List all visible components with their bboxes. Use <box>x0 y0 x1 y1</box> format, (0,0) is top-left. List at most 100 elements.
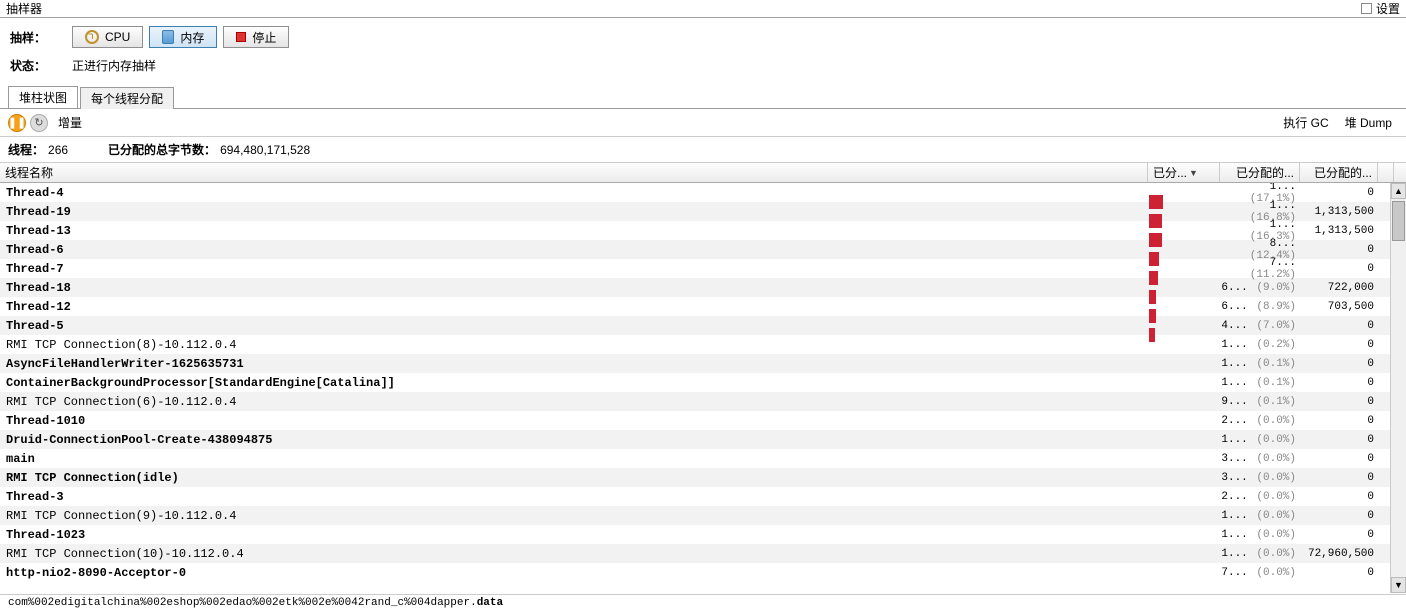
table-row[interactable]: Thread-68... (12.4%)0 <box>0 240 1406 259</box>
cell-thread-name: Thread-13 <box>0 224 1148 238</box>
settings-checkbox[interactable] <box>1361 3 1372 14</box>
cpu-button[interactable]: CPU <box>72 26 143 48</box>
alloc-bar <box>1149 309 1156 323</box>
threads-label: 线程： <box>8 143 44 157</box>
cell-pct: 1... (0.0%) <box>1220 434 1300 446</box>
table-row[interactable]: Thread-191... (16.8%)1,313,500 <box>0 202 1406 221</box>
cell-c3: 0 <box>1300 529 1378 541</box>
col-thread-name[interactable]: 线程名称 <box>0 163 1148 182</box>
table-row[interactable]: Thread-54... (7.0%)0 <box>0 316 1406 335</box>
cell-c3: 0 <box>1300 491 1378 503</box>
cell-pct: 1... (0.0%) <box>1220 510 1300 522</box>
cell-thread-name: AsyncFileHandlerWriter-1625635731 <box>0 357 1148 371</box>
vertical-scrollbar[interactable]: ▲ ▼ <box>1390 183 1406 593</box>
table-row[interactable]: Thread-131... (16.3%)1,313,500 <box>0 221 1406 240</box>
cell-thread-name: Thread-18 <box>0 281 1148 295</box>
cell-c3: 0 <box>1300 358 1378 370</box>
stats-row: 线程：266 已分配的总字节数：694,480,171,528 <box>0 137 1406 163</box>
tab-per-thread-alloc[interactable]: 每个线程分配 <box>80 87 174 109</box>
table-row[interactable]: RMI TCP Connection(idle)3... (0.0%)0 <box>0 468 1406 487</box>
table-row[interactable]: Thread-1023 1... (0.0%)0 <box>0 525 1406 544</box>
clock-icon <box>85 30 99 44</box>
table-header: 线程名称 已分...▼ 已分配的... 已分配的... <box>0 163 1406 183</box>
table-row[interactable]: main3... (0.0%)0 <box>0 449 1406 468</box>
table-row[interactable]: ContainerBackgroundProcessor[StandardEng… <box>0 373 1406 392</box>
cell-pct: 1... (0.0%) <box>1220 548 1300 560</box>
cell-c3: 703,500 <box>1300 301 1378 313</box>
threads-value: 266 <box>48 143 68 157</box>
alloc-bar <box>1149 271 1158 285</box>
cell-pct: 7... (0.0%) <box>1220 567 1300 579</box>
perform-gc-button[interactable]: 执行 GC <box>1277 112 1334 133</box>
cell-thread-name: Thread-4 <box>0 186 1148 200</box>
cell-thread-name: RMI TCP Connection(10)-10.112.0.4 <box>0 547 1148 561</box>
tab-heap-histogram[interactable]: 堆柱状图 <box>8 86 78 108</box>
cell-pct: 1... (0.2%) <box>1220 339 1300 351</box>
cell-pct: 6... (9.0%) <box>1220 282 1300 294</box>
table-row[interactable]: RMI TCP Connection(10)-10.112.0.4 1... (0… <box>0 544 1406 563</box>
cell-thread-name: Thread-3 <box>0 490 1148 504</box>
cell-pct: 6... (8.9%) <box>1220 301 1300 313</box>
col-allocated-bar[interactable]: 已分...▼ <box>1148 163 1220 182</box>
refresh-button[interactable]: ↻ <box>30 114 48 132</box>
cell-c3: 0 <box>1300 567 1378 579</box>
sub-toolbar: ❚❚ ↻ 增量 执行 GC 堆 Dump <box>0 109 1406 137</box>
cell-pct: 4... (7.0%) <box>1220 320 1300 332</box>
stop-button[interactable]: 停止 <box>223 26 289 48</box>
delta-label[interactable]: 增量 <box>58 114 82 131</box>
table-row[interactable]: RMI TCP Connection(9)-10.112.0.4 1... (0.… <box>0 506 1406 525</box>
cell-pct: 3... (0.0%) <box>1220 453 1300 465</box>
table-row[interactable]: Thread-77... (11.2%)0 <box>0 259 1406 278</box>
alloc-bar <box>1149 214 1162 228</box>
alloc-bar <box>1149 290 1156 304</box>
memory-icon <box>162 30 174 44</box>
cell-thread-name: Thread-5 <box>0 319 1148 333</box>
table-row[interactable]: RMI TCP Connection(8)-10.112.0.41... (0.… <box>0 335 1406 354</box>
cell-c3: 0 <box>1300 472 1378 484</box>
cell-thread-name: Thread-6 <box>0 243 1148 257</box>
cell-c3: 0 <box>1300 396 1378 408</box>
cell-thread-name: RMI TCP Connection(9)-10.112.0.4 <box>0 509 1148 523</box>
cell-c3: 0 <box>1300 377 1378 389</box>
cell-pct: 1... (0.1%) <box>1220 358 1300 370</box>
cell-pct: 2... (0.0%) <box>1220 415 1300 427</box>
heap-dump-button[interactable]: 堆 Dump <box>1339 112 1398 133</box>
scroll-thumb[interactable] <box>1392 201 1405 241</box>
table-row[interactable]: Thread-126... (8.9%)703,500 <box>0 297 1406 316</box>
table-row[interactable]: AsyncFileHandlerWriter-1625635731 1... (0… <box>0 354 1406 373</box>
alloc-bar <box>1149 328 1155 342</box>
col-allocated-pct[interactable]: 已分配的... <box>1220 163 1300 182</box>
scroll-up-icon[interactable]: ▲ <box>1391 183 1406 199</box>
table-body: Thread-41... (17.1%)0Thread-191... (16.8… <box>0 183 1406 593</box>
cell-thread-name: Thread-1023 <box>0 528 1148 542</box>
tabs: 堆柱状图 每个线程分配 <box>0 86 1406 109</box>
sample-label: 抽样： <box>10 29 72 46</box>
col-allocated-3[interactable]: 已分配的... <box>1300 163 1378 182</box>
table-row[interactable]: Druid-ConnectionPool-Create-4380948751..… <box>0 430 1406 449</box>
table-row[interactable]: Thread-3 2... (0.0%)0 <box>0 487 1406 506</box>
cell-thread-name: Thread-19 <box>0 205 1148 219</box>
cell-c3: 0 <box>1300 434 1378 446</box>
settings-label[interactable]: 设置 <box>1376 0 1400 17</box>
table-row[interactable]: RMI TCP Connection(6)-10.112.0.49... (0.… <box>0 392 1406 411</box>
table-row[interactable]: Thread-18 6... (9.0%)722,000 <box>0 278 1406 297</box>
status-path-last: data <box>477 597 503 609</box>
scroll-down-icon[interactable]: ▼ <box>1391 577 1406 593</box>
cell-thread-name: RMI TCP Connection(6)-10.112.0.4 <box>0 395 1148 409</box>
alloc-bar <box>1149 252 1159 266</box>
cell-c3: 1,313,500 <box>1300 206 1378 218</box>
cell-c3: 0 <box>1300 415 1378 427</box>
pause-button[interactable]: ❚❚ <box>8 114 26 132</box>
threads-table: 线程名称 已分...▼ 已分配的... 已分配的... Thread-41...… <box>0 163 1406 593</box>
cell-c3: 722,000 <box>1300 282 1378 294</box>
cell-thread-name: http-nio2-8090-Acceptor-0 <box>0 566 1148 580</box>
cell-pct: 7... (11.2%) <box>1220 257 1300 281</box>
table-row[interactable]: http-nio2-8090-Acceptor-0 7... (0.0%)0 <box>0 563 1406 582</box>
table-row[interactable]: Thread-10102... (0.0%)0 <box>0 411 1406 430</box>
cell-pct: 2... (0.0%) <box>1220 491 1300 503</box>
alloc-bar <box>1149 195 1163 209</box>
cell-pct: 1... (0.0%) <box>1220 529 1300 541</box>
memory-button[interactable]: 内存 <box>149 26 217 48</box>
cell-pct: 1... (0.1%) <box>1220 377 1300 389</box>
table-row[interactable]: Thread-41... (17.1%)0 <box>0 183 1406 202</box>
